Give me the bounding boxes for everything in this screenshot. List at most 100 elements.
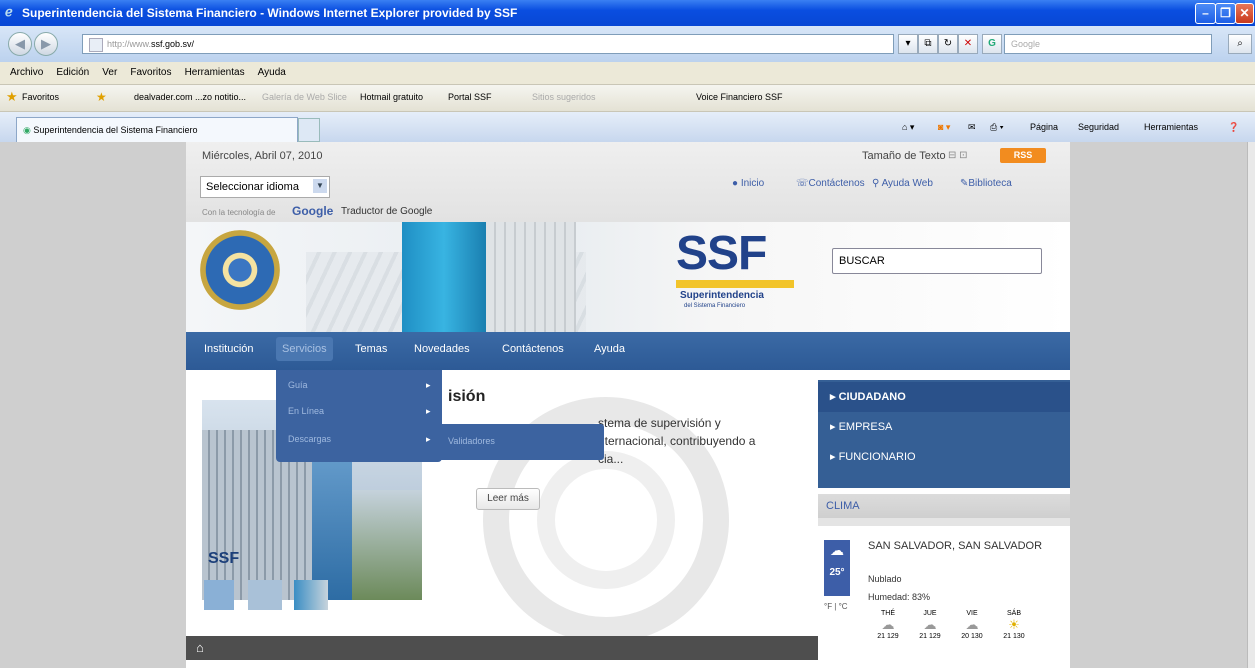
- add-favorite-icon[interactable]: ★: [96, 90, 107, 104]
- text-size-label: Tamaño de Texto: [862, 150, 946, 162]
- page-menu[interactable]: Página: [1030, 122, 1058, 132]
- audience-ciudadano[interactable]: ▸ CIUDADANO: [830, 390, 906, 403]
- favorite-link-6[interactable]: Voice Financiero SSF: [696, 92, 783, 102]
- forecast-day-label: THÉ: [881, 610, 895, 617]
- nav-ayuda[interactable]: Ayuda: [594, 343, 625, 355]
- home-globe-icon: ●: [732, 178, 739, 189]
- back-button[interactable]: ◀: [8, 32, 32, 56]
- read-more-button[interactable]: Leer más: [476, 488, 540, 510]
- feeds-icon[interactable]: ◙ ▾: [938, 122, 950, 133]
- audience-empresa-label: EMPRESA: [838, 421, 893, 433]
- home-icon[interactable]: ⌂: [196, 640, 204, 655]
- dropdown-item-descargas[interactable]: Descargas: [288, 434, 331, 444]
- new-tab-button[interactable]: [298, 118, 320, 142]
- search-input[interactable]: Google: [1004, 34, 1212, 54]
- favorite-link-1[interactable]: dealvader.com ...zo notitio...: [134, 92, 246, 102]
- menu-tools[interactable]: Herramientas: [185, 62, 245, 84]
- forecast-temps: 20 130: [961, 633, 983, 640]
- photo-column: [312, 440, 352, 600]
- cloud-icon: ☁: [881, 617, 895, 632]
- menu-edit[interactable]: Edición: [56, 62, 89, 84]
- search-placeholder: Google: [1011, 39, 1041, 49]
- site-search-input[interactable]: BUSCAR: [832, 248, 1042, 274]
- menu-favorites[interactable]: Favoritos: [130, 62, 171, 84]
- chevron-down-icon: ▼: [313, 179, 327, 193]
- favorites-button[interactable]: Favoritos: [22, 92, 59, 102]
- page-icon: [89, 38, 103, 52]
- top-link-help[interactable]: ⚲ Ayuda Web: [872, 178, 933, 189]
- favorite-link-4[interactable]: Portal SSF: [448, 92, 492, 102]
- photo-city: [352, 490, 422, 600]
- favorites-star-icon[interactable]: ★: [6, 89, 18, 105]
- forecast-temps: 21 129: [919, 633, 941, 640]
- nav-temas[interactable]: Temas: [355, 343, 387, 355]
- ssf-logo-text: SSF: [676, 227, 767, 280]
- article-text-line1: stema de supervisión y: [598, 416, 721, 430]
- vertical-scrollbar[interactable]: [1247, 142, 1255, 668]
- language-select[interactable]: Seleccionar idioma ▼: [200, 176, 330, 198]
- favorites-bar: ★ Favoritos ★ dealvader.com ...zo notiti…: [0, 85, 1255, 112]
- print-icon[interactable]: ⎙ ▾: [990, 122, 1003, 133]
- temp-unit-toggle[interactable]: °F | °C: [824, 602, 848, 611]
- top-link-library[interactable]: ✎Biblioteca: [960, 178, 1012, 189]
- menu-help[interactable]: Ayuda: [258, 62, 286, 84]
- top-link-contact[interactable]: ☏Contáctenos: [796, 178, 865, 189]
- home-icon[interactable]: ⌂ ▾: [902, 122, 914, 133]
- window-title-bar: ℯ Superintendencia del Sistema Financier…: [0, 0, 1255, 26]
- menu-view[interactable]: Ver: [102, 62, 117, 84]
- nav-servicios[interactable]: Servicios: [276, 337, 333, 361]
- sun-icon: ☀: [1008, 617, 1020, 632]
- weather-temp: 25°: [829, 567, 845, 578]
- top-link-help-label: Ayuda Web: [881, 178, 933, 189]
- chevron-right-icon: ▸: [426, 380, 431, 390]
- stop-icon[interactable]: ✕: [958, 34, 978, 54]
- ie-logo-icon: ℯ: [5, 4, 13, 19]
- maximize-button[interactable]: ❐: [1215, 3, 1236, 24]
- tab-label: Superintendencia del Sistema Financiero: [33, 125, 198, 135]
- powered-by-label: Con la tecnología de: [202, 208, 276, 217]
- address-prefix: http://www.: [107, 39, 152, 49]
- submenu-item-validadores[interactable]: Validadores: [448, 436, 495, 446]
- favorite-link-2[interactable]: Galería de Web Slice: [262, 92, 347, 102]
- browser-tab[interactable]: ◉ Superintendencia del Sistema Financier…: [16, 117, 298, 142]
- nav-novedades[interactable]: Novedades: [414, 343, 470, 355]
- weather-temp-box: ☁ 25°: [824, 540, 850, 596]
- dropdown-arrow-icon[interactable]: ▾: [898, 34, 918, 54]
- nav-contactenos[interactable]: Contáctenos: [502, 343, 564, 355]
- top-link-home[interactable]: ● Inicio: [732, 178, 764, 189]
- thumbnail-3[interactable]: [294, 580, 328, 610]
- search-provider-icon[interactable]: G: [982, 34, 1002, 54]
- dropdown-item-en-linea-label: En Línea: [288, 406, 325, 416]
- dropdown-item-en-linea[interactable]: En Línea: [288, 406, 324, 416]
- nav-institucion[interactable]: Institución: [204, 343, 254, 355]
- thumbnail-2[interactable]: [248, 580, 282, 610]
- favorite-link-3[interactable]: Hotmail gratuito: [360, 92, 423, 102]
- dropdown-item-guia[interactable]: Guía: [288, 380, 308, 390]
- address-bar[interactable]: http://www.ssf.gob.sv/: [82, 34, 894, 54]
- rss-button[interactable]: RSS: [1000, 148, 1046, 163]
- text-size-icons[interactable]: ⊟ ⊡: [948, 150, 968, 161]
- tab-favicon-icon: ◉: [23, 125, 31, 135]
- tools-menu[interactable]: Herramientas: [1144, 122, 1198, 132]
- thumbnail-1[interactable]: [204, 580, 234, 610]
- audience-empresa[interactable]: ▸ EMPRESA: [830, 420, 892, 433]
- refresh-icon[interactable]: ↻: [938, 34, 958, 54]
- article-title: isión: [448, 388, 486, 405]
- audience-funcionario[interactable]: ▸ FUNCIONARIO: [830, 450, 916, 463]
- search-icon[interactable]: ⌕: [1228, 34, 1252, 54]
- favorite-link-5[interactable]: Sitios sugeridos: [532, 92, 596, 102]
- cloud-icon: ☁: [923, 617, 937, 632]
- mail-icon[interactable]: ✉: [968, 122, 976, 133]
- forward-button[interactable]: ▶: [34, 32, 58, 56]
- forecast-day: THÉ ☁ 21 129: [868, 610, 908, 640]
- help-icon[interactable]: ❓: [1228, 122, 1239, 133]
- safety-menu[interactable]: Seguridad: [1078, 122, 1119, 132]
- forecast-day: VIE ☁ 20 130: [952, 610, 992, 640]
- forecast-day: SÁB ☀ 21 130: [994, 610, 1034, 640]
- minimize-button[interactable]: –: [1195, 3, 1216, 24]
- weather-widget: CLIMA ☁ 25° °F | °C SAN SALVADOR, SAN SA…: [818, 494, 1070, 668]
- dropdown-item-guia-label: Guía: [288, 380, 308, 390]
- compatibility-icon[interactable]: ⧉: [918, 34, 938, 54]
- close-button[interactable]: ✕: [1235, 3, 1254, 24]
- menu-file[interactable]: Archivo: [10, 62, 43, 84]
